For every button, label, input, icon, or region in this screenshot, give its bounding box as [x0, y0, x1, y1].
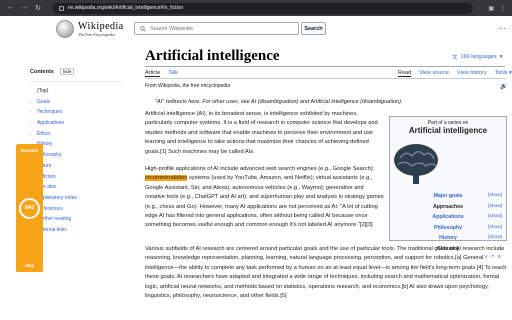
widget-progress-ring: 0/42 — [19, 197, 40, 219]
toc-item[interactable]: › Goals — [30, 97, 122, 108]
chevron-right-icon[interactable]: › — [30, 97, 35, 108]
toc-item-label: Techniques — [37, 109, 63, 116]
widget-resume-button[interactable]: Resume — [21, 148, 39, 153]
language-count: 160 languages — [460, 54, 497, 60]
brain-icon — [394, 144, 438, 184]
logo-tagline: The Free Encyclopedia — [78, 32, 116, 37]
url-text: en.wikipedia.org/wiki/Artificial_intelli… — [67, 5, 184, 11]
infobox-row[interactable]: Glossary — [390, 244, 506, 255]
widget-skip-button[interactable]: Skip — [25, 263, 35, 268]
toc-item[interactable]: External links — [30, 225, 122, 236]
infobox-show-toggle[interactable]: [show] — [488, 202, 502, 213]
tab-view-history[interactable]: View history — [457, 70, 487, 77]
toc-item[interactable]: Further reading — [30, 214, 122, 225]
infobox-row[interactable]: Applications [show] — [390, 212, 506, 223]
logo-wordmark: Wikipedia — [78, 21, 124, 32]
search-input[interactable]: Search Wikipedia — [134, 22, 299, 35]
search-icon — [140, 25, 146, 32]
toc-item[interactable]: ›References — [30, 204, 122, 215]
tab-article[interactable]: Article — [145, 70, 161, 77]
page-title: Artificial intelligence — [145, 48, 280, 64]
tab-view-source[interactable]: View source — [419, 70, 449, 77]
search-placeholder: Search Wikipedia — [150, 25, 193, 32]
table-of-contents: Contents hide (Top) › Goals › Techniques › App… — [30, 68, 122, 236]
nav-buttons: ← → ↻ — [0, 4, 41, 12]
toc-item[interactable]: History — [30, 139, 122, 150]
toc-item[interactable]: ›Philosophy — [30, 150, 122, 161]
forward-icon[interactable]: → — [21, 4, 28, 12]
back-icon[interactable]: ← — [7, 4, 14, 12]
infobox-show-toggle[interactable]: [show] — [488, 191, 502, 202]
chevron-right-icon[interactable]: › — [30, 118, 35, 129]
infobox-row[interactable]: History [show] — [390, 233, 506, 244]
article-paragraph-1: Artificial intelligence (AI), in its bro… — [145, 111, 378, 155]
tabs-divider — [145, 78, 505, 79]
infobox-row-label: Glossary — [436, 245, 460, 252]
toc-item-label: Ethics — [37, 130, 51, 137]
toc-item[interactable]: › Applications — [30, 118, 122, 129]
extension-icon[interactable]: ▣ — [488, 5, 494, 12]
infobox-row[interactable]: Approaches [show] — [390, 202, 506, 213]
globe-icon — [56, 20, 74, 38]
address-bar[interactable]: en.wikipedia.org/wiki/Artificial_intelli… — [52, 2, 473, 14]
infobox-row[interactable]: Philosophy [show] — [390, 223, 506, 234]
browser-toolbar: ← → ↻ en.wikipedia.org/wiki/Artificial_i… — [0, 0, 512, 16]
infobox-title: Artificial intelligence — [408, 126, 488, 135]
reading-widget: Resume 0/42 Skip — [16, 144, 43, 272]
view-tabs: Read View source View history Tools ▾ — [398, 70, 512, 77]
menu-icon[interactable]: ⋮ — [500, 5, 506, 12]
article-paragraph-2: High-profile applications of AI include … — [145, 166, 384, 229]
toc-hide-button[interactable]: hide — [59, 68, 75, 75]
title-divider — [145, 66, 505, 67]
series-infobox: Part of a series on Artificial intellige… — [389, 116, 507, 259]
infobox-vte-links[interactable]: V · T · E — [390, 254, 506, 259]
namespace-tabs: Article Talk — [145, 70, 178, 77]
infobox-show-toggle[interactable]: [show] — [488, 223, 502, 234]
site-subtitle: From Wikipedia, the free encyclopedia — [145, 83, 231, 89]
lock-icon — [58, 5, 64, 11]
chevron-right-icon[interactable]: › — [30, 107, 35, 118]
tab-tools[interactable]: Tools ▾ — [495, 70, 512, 77]
toc-item[interactable]: See also — [30, 182, 122, 193]
toc-item[interactable]: Explanatory notes — [30, 193, 122, 204]
more-options-icon[interactable]: ⋯ — [498, 24, 506, 33]
language-button[interactable]: 文 160 languages ▾ — [452, 53, 502, 61]
listen-icon[interactable]: 🔊 — [500, 83, 507, 90]
infobox-row-label[interactable]: History — [439, 233, 457, 244]
toc-item[interactable]: (Top) — [30, 86, 122, 97]
toc-item-label: Applications — [37, 120, 64, 127]
tab-talk[interactable]: Talk — [168, 70, 178, 77]
chevron-down-icon: ▾ — [499, 54, 503, 60]
infobox-row-label[interactable]: Major goals — [434, 191, 463, 202]
infobox-show-toggle[interactable]: [show] — [488, 212, 502, 223]
hatnote: "AI" redirects here. For other uses, see… — [155, 99, 403, 105]
translate-icon: 文 — [452, 55, 458, 61]
toc-item-label: Goals — [37, 98, 51, 105]
search-button[interactable]: Search — [301, 22, 326, 35]
toc-item-label: (Top) — [37, 88, 49, 94]
infobox-row-label[interactable]: Philosophy — [434, 223, 462, 234]
toc-title: Contents — [30, 68, 54, 75]
reload-icon[interactable]: ↻ — [35, 4, 41, 12]
infobox-show-toggle[interactable]: [show] — [488, 233, 502, 244]
toc-item[interactable]: ›Future — [30, 161, 122, 172]
toc-item[interactable]: › Ethics — [30, 129, 122, 140]
widget-progress-value: 0/42 — [24, 205, 35, 211]
browser-actions: ▣ ⋮ — [488, 5, 506, 12]
toc-item[interactable]: In fiction — [30, 172, 122, 183]
toc-list: (Top) › Goals › Techniques › Applications › Ethi… — [30, 81, 122, 236]
chevron-right-icon[interactable]: › — [30, 129, 35, 140]
toc-item-label: Explanatory notes — [37, 194, 78, 201]
wikipedia-logo[interactable]: Wikipedia The Free Encyclopedia — [56, 20, 124, 38]
infobox-row-label: Approaches — [433, 203, 463, 210]
tab-read[interactable]: Read — [398, 70, 412, 77]
infobox-row-label[interactable]: Applications — [432, 212, 463, 223]
toc-item[interactable]: › Techniques — [30, 107, 122, 118]
highlighted-word: recommendation — [145, 175, 188, 182]
infobox-row[interactable]: Major goals [show] — [390, 191, 506, 202]
